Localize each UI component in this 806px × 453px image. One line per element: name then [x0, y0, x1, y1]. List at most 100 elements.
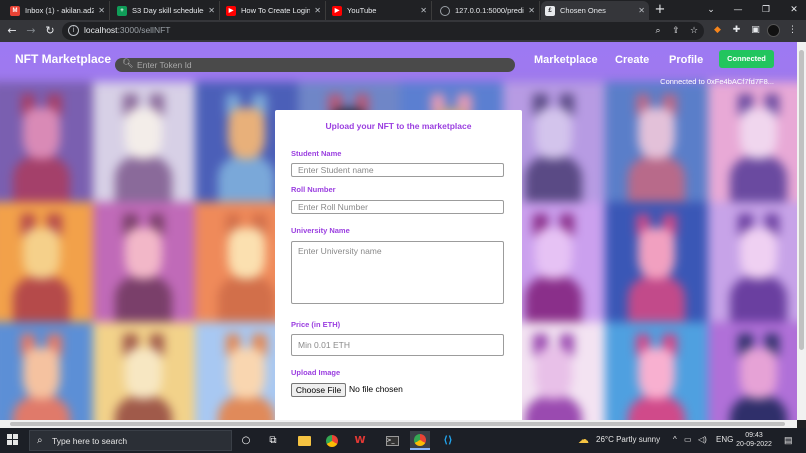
clock-date: 20-09-2022: [736, 441, 772, 448]
close-icon[interactable]: ✕: [98, 6, 105, 15]
extensions-puzzle-icon[interactable]: ✚: [730, 24, 743, 37]
clock-time: 09:43: [745, 432, 763, 439]
nft-avatar-body: [627, 276, 685, 322]
nft-tile: [92, 322, 195, 420]
profile-avatar[interactable]: [767, 24, 780, 37]
zoom-search-icon[interactable]: ⌕: [652, 25, 664, 37]
globe-icon: [440, 5, 450, 16]
chrome-active-icon[interactable]: [410, 431, 430, 450]
share-icon[interactable]: ⇪: [670, 25, 682, 37]
tab-sheets[interactable]: + S3 Day skill schedule- ✕: [113, 1, 220, 20]
file-status-text: No file chosen: [349, 384, 403, 394]
nft-avatar-body: [115, 156, 173, 202]
url-path: :3000/sellNFT: [117, 25, 171, 35]
search-icon: ⌕: [37, 435, 43, 446]
vertical-scrollbar[interactable]: [797, 42, 806, 420]
tab-gmail[interactable]: M Inbox (1) - akilan.ad2 ✕: [6, 1, 110, 20]
nft-tile: [605, 82, 708, 202]
chrome-icon[interactable]: [322, 431, 342, 450]
tab-title: 127.0.0.1:5000/predict: [455, 6, 525, 15]
close-icon[interactable]: ✕: [314, 6, 321, 15]
windows-start-icon[interactable]: [7, 434, 19, 446]
brand-logo[interactable]: NFT Marketplace: [15, 52, 111, 66]
minimize-button[interactable]: —: [724, 2, 752, 18]
nav-link-marketplace[interactable]: Marketplace: [534, 54, 598, 66]
network-icon[interactable]: ▭: [684, 435, 692, 444]
weather-icon[interactable]: ☁: [578, 433, 589, 446]
scrollbar-thumb[interactable]: [10, 422, 785, 426]
nft-avatar-body: [730, 396, 788, 420]
tab-title: Chosen Ones: [560, 6, 606, 15]
close-icon[interactable]: ✕: [638, 6, 645, 15]
student-name-input[interactable]: [291, 163, 504, 177]
nft-avatar-head: [22, 228, 60, 279]
tray-chevron-icon[interactable]: ^: [673, 435, 677, 444]
nft-avatar-body: [12, 156, 70, 202]
horizontal-scrollbar[interactable]: [0, 420, 797, 428]
roll-number-input[interactable]: [291, 200, 504, 214]
tab-title: S3 Day skill schedule-: [132, 6, 205, 15]
forward-button[interactable]: →: [23, 23, 39, 39]
wps-office-icon[interactable]: W: [350, 431, 370, 450]
restore-button[interactable]: ❐: [752, 2, 780, 18]
nft-avatar-body: [627, 156, 685, 202]
nft-avatar-body: [730, 156, 788, 202]
new-tab-button[interactable]: +: [653, 3, 667, 17]
close-icon[interactable]: ✕: [528, 6, 535, 15]
youtube-icon: ▶: [226, 5, 236, 16]
nav-link-create[interactable]: Create: [615, 54, 649, 66]
nft-avatar-head: [740, 228, 778, 279]
scrollbar-thumb[interactable]: [799, 50, 804, 350]
tab-predict[interactable]: 127.0.0.1:5000/predict ✕: [436, 1, 540, 20]
system-clock[interactable]: 09:43 20-09-2022: [734, 431, 774, 449]
page-viewport: NFT Marketplace 🔍︎ Marketplace Create Pr…: [0, 42, 797, 420]
side-panel-icon[interactable]: ▣: [749, 24, 762, 37]
nft-avatar-body: [12, 396, 70, 420]
terminal-icon[interactable]: >_: [382, 431, 402, 450]
youtube-icon: ▶: [332, 5, 342, 16]
nft-avatar-head: [125, 348, 163, 399]
tab-title: Inbox (1) - akilan.ad2: [25, 6, 95, 15]
nav-link-profile[interactable]: Profile: [669, 54, 703, 66]
weather-text[interactable]: 26°C Partly sunny: [596, 435, 660, 444]
taskbar-search-box[interactable]: ⌕ Type here to search: [29, 430, 232, 451]
metamask-icon[interactable]: ◆: [711, 24, 724, 37]
close-icon[interactable]: ✕: [420, 6, 427, 15]
language-indicator[interactable]: ENG: [716, 435, 733, 444]
address-bar[interactable]: i localhost:3000/sellNFT ⌕ ⇪ ☆: [62, 22, 704, 40]
notifications-icon[interactable]: ▤: [784, 435, 793, 446]
nft-avatar-body: [730, 276, 788, 322]
nft-avatar-body: [525, 156, 583, 202]
nft-tile: [707, 322, 797, 420]
choose-file-button[interactable]: Choose File: [291, 383, 346, 397]
task-view-icon[interactable]: ⧉: [263, 431, 283, 450]
site-info-icon[interactable]: i: [68, 25, 79, 36]
cortana-icon[interactable]: ○: [236, 431, 256, 450]
tab-youtube[interactable]: ▶ YouTube ✕: [328, 1, 432, 20]
app-icon: £: [545, 5, 555, 16]
university-name-textarea[interactable]: [291, 241, 504, 304]
connected-address: Connected to 0xFe4bACf7fd7F8...: [660, 77, 774, 86]
connect-wallet-button[interactable]: Connected: [719, 50, 774, 68]
tab-youtube-login[interactable]: ▶ How To Create Login ✕: [222, 1, 326, 20]
close-window-button[interactable]: ✕: [780, 2, 806, 18]
tab-chosen-ones[interactable]: £ Chosen Ones ✕: [541, 1, 649, 20]
menu-kebab-icon[interactable]: ⋮: [786, 24, 799, 37]
back-button[interactable]: ←: [4, 23, 20, 39]
close-icon[interactable]: ✕: [208, 6, 215, 15]
nft-avatar-head: [535, 228, 573, 279]
token-search-input[interactable]: [137, 58, 507, 72]
vscode-icon[interactable]: ⟨⟩: [438, 431, 458, 450]
nft-avatar-body: [217, 276, 275, 322]
bookmark-star-icon[interactable]: ☆: [688, 25, 700, 37]
nft-tile: [605, 202, 708, 322]
token-search[interactable]: 🔍︎: [115, 58, 515, 72]
file-explorer-icon[interactable]: [294, 431, 314, 450]
volume-icon[interactable]: ◁): [698, 435, 707, 444]
nft-avatar-head: [637, 108, 675, 159]
reload-button[interactable]: ↻: [42, 23, 58, 39]
tab-search-chevron-icon[interactable]: ⌄: [697, 2, 725, 18]
nft-avatar-body: [525, 396, 583, 420]
price-input[interactable]: [291, 334, 504, 356]
site-navbar: NFT Marketplace 🔍︎ Marketplace Create Pr…: [0, 42, 797, 86]
